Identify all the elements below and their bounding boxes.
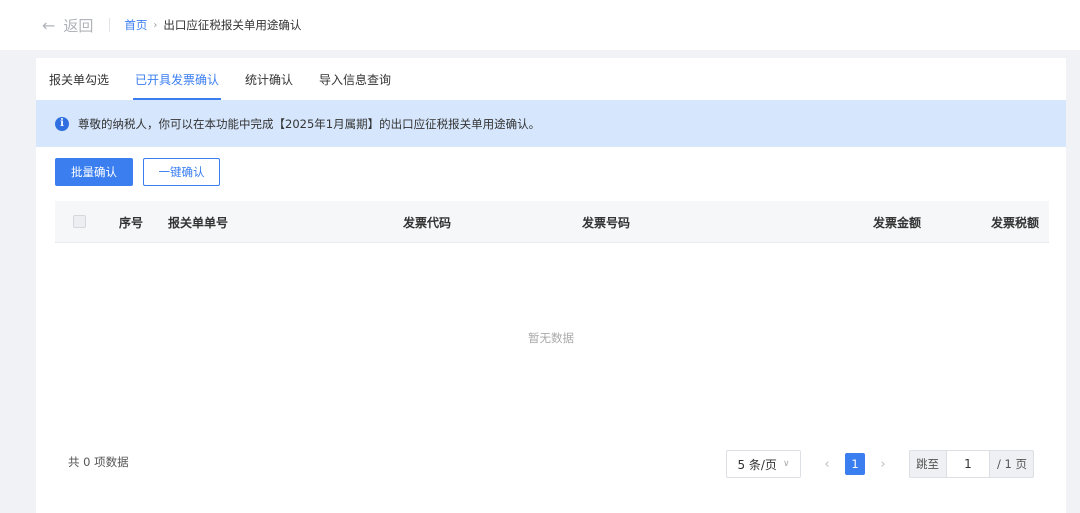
info-icon: i	[55, 116, 69, 131]
tab-declaration-select[interactable]: 报关单勾选	[36, 58, 122, 100]
column-header-invoice-amount: 发票金额	[873, 215, 922, 230]
breadcrumb: 首页 › 出口应征税报关单用途确认	[124, 17, 301, 33]
back-arrow-icon: ←	[42, 15, 56, 35]
column-header-index: 序号	[119, 215, 144, 230]
chevron-down-icon: ∨	[782, 459, 790, 469]
prev-page-icon[interactable]: ‹	[815, 457, 839, 472]
column-header-declaration-no: 报关单单号	[168, 215, 229, 230]
tab-import-query[interactable]: 导入信息查询	[306, 58, 404, 100]
page-size-select[interactable]: 5 条/页 ∨	[725, 450, 801, 478]
select-all-checkbox[interactable]	[73, 215, 86, 228]
breadcrumb-chevron-icon: ›	[153, 19, 158, 31]
notice-banner: i 尊敬的纳税人，你可以在本功能中完成【2025年1月属期】的出口应征税报关单用…	[36, 100, 1066, 147]
page-jump: 跳至 / 1 页	[908, 450, 1034, 478]
empty-state-text: 暂无数据	[528, 331, 574, 345]
action-buttons: 批量确认 一键确认	[55, 158, 220, 186]
one-click-confirm-button[interactable]: 一键确认	[143, 158, 220, 186]
breadcrumb-home-link[interactable]: 首页	[124, 17, 147, 33]
next-page-icon[interactable]: ›	[871, 457, 895, 472]
back-button[interactable]: ← 返回	[42, 15, 93, 36]
total-count: 共 0 项数据	[68, 455, 129, 469]
tab-statistics-confirm[interactable]: 统计确认	[232, 58, 306, 100]
page-size-value: 5 条/页	[737, 457, 777, 472]
breadcrumb-current: 出口应征税报关单用途确认	[163, 18, 302, 32]
page-number-current[interactable]: 1	[844, 453, 865, 475]
column-header-invoice-code: 发票代码	[403, 215, 452, 230]
batch-confirm-button[interactable]: 批量确认	[55, 158, 133, 186]
notice-text: 尊敬的纳税人，你可以在本功能中完成【2025年1月属期】的出口应征税报关单用途确…	[78, 116, 541, 131]
total-pages: / 1 页	[996, 457, 1027, 471]
column-header-invoice-number: 发票号码	[582, 215, 631, 230]
tab-invoice-confirm[interactable]: 已开具发票确认	[122, 58, 232, 100]
tab-bar: 报关单勾选 已开具发票确认 统计确认 导入信息查询	[36, 58, 1066, 100]
top-bar: ← 返回 首页 › 出口应征税报关单用途确认	[0, 0, 1080, 50]
jump-label: 跳至	[915, 457, 939, 471]
back-label: 返回	[63, 16, 94, 35]
divider	[109, 18, 111, 32]
jump-page-input[interactable]	[945, 451, 990, 477]
table-header: 序号 报关单单号 发票代码 发票号码 发票金额 发票税额	[55, 201, 1049, 243]
main-card: 报关单勾选 已开具发票确认 统计确认 导入信息查询 i 尊敬的纳税人，你可以在本…	[36, 58, 1066, 513]
column-header-invoice-tax: 发票税额	[991, 215, 1040, 230]
pagination: 5 条/页 ∨ ‹ 1 › 跳至 / 1 页	[725, 450, 1034, 478]
